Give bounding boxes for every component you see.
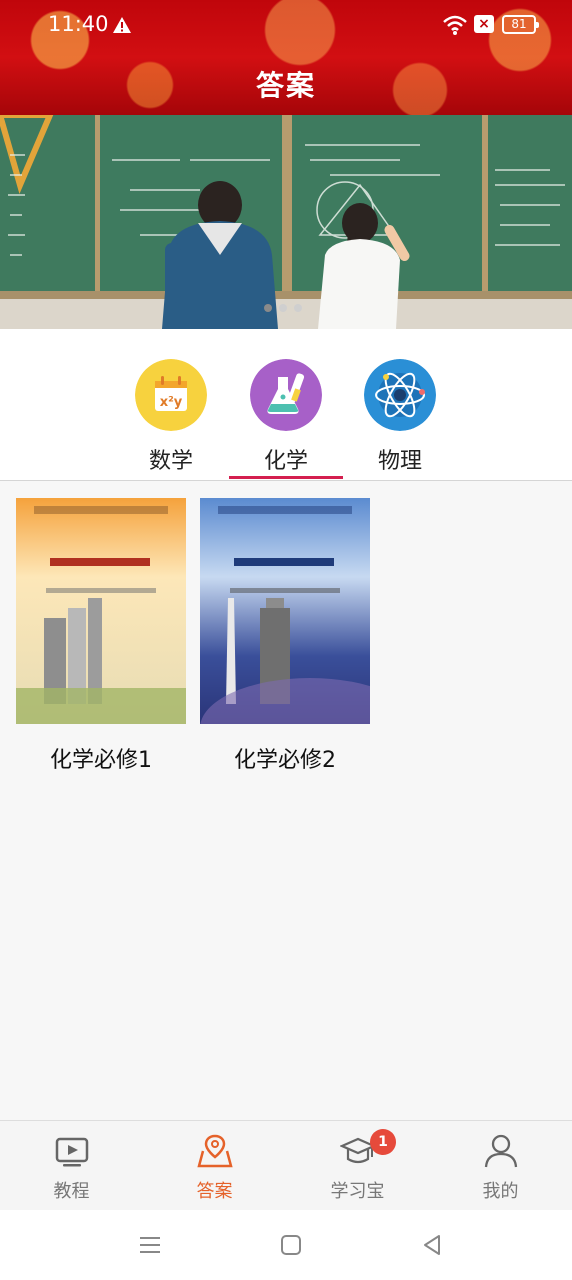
video-tutorial-icon [55, 1137, 89, 1167]
page-title: 答案 [255, 69, 316, 102]
tab-label: 数学 [148, 449, 193, 474]
nav-profile[interactable]: 我的 [429, 1121, 572, 1211]
tab-label: 物理 [377, 449, 422, 474]
nav-label: 我的 [482, 1181, 519, 1202]
user-profile-icon [484, 1134, 518, 1168]
tab-math[interactable]: x²y 数学 [114, 359, 228, 481]
tab-chemistry[interactable]: 化学 [229, 359, 343, 481]
flask-icon [250, 359, 322, 431]
banner-carousel[interactable] [0, 115, 572, 329]
tab-selected-indicator [229, 476, 343, 479]
math-icon: x²y [135, 359, 207, 431]
atom-icon [364, 359, 436, 431]
tab-physics[interactable]: 物理 [343, 359, 457, 481]
no-sim-icon: × [474, 15, 494, 33]
battery-icon: 81 [502, 15, 539, 34]
book-cover-image [200, 498, 370, 724]
subject-tabs: x²y 数学 化学 物理 [0, 329, 572, 481]
carousel-dot[interactable] [294, 304, 302, 312]
carousel-dots [264, 304, 310, 314]
tab-label: 化学 [263, 449, 308, 474]
book-cover-image [16, 498, 186, 724]
nav-study-treasure[interactable]: 1 学习宝 [286, 1121, 429, 1211]
system-navigation-bar [0, 1210, 572, 1280]
bottom-navigation: 教程 答案 1 学习宝 我的 [0, 1120, 572, 1210]
banner-image [0, 115, 572, 329]
nav-label: 学习宝 [330, 1181, 385, 1202]
nav-answers[interactable]: 答案 [143, 1121, 286, 1211]
book-grid: 化学必修1 化学必修2 [0, 482, 572, 1120]
carousel-dot[interactable] [279, 304, 287, 312]
svg-text:x²y: x²y [160, 395, 183, 410]
status-time: 11:40 [48, 12, 109, 36]
app-header: 11:40 × 81 答案 [0, 0, 572, 115]
book-title: 化学必修1 [50, 748, 152, 773]
nav-tutorial[interactable]: 教程 [0, 1121, 143, 1211]
warning-icon [113, 17, 131, 33]
wifi-icon [443, 15, 467, 35]
notification-badge: 1 [370, 1129, 396, 1155]
status-bar: 11:40 × 81 [0, 0, 572, 52]
location-answer-icon [197, 1134, 233, 1168]
nav-label: 答案 [196, 1181, 233, 1202]
menu-icon[interactable] [138, 1233, 162, 1257]
battery-level: 81 [511, 17, 527, 31]
book-title: 化学必修2 [234, 748, 336, 773]
back-icon[interactable] [420, 1233, 444, 1257]
nav-label: 教程 [53, 1181, 90, 1202]
carousel-dot[interactable] [264, 304, 272, 312]
home-icon[interactable] [279, 1233, 303, 1257]
